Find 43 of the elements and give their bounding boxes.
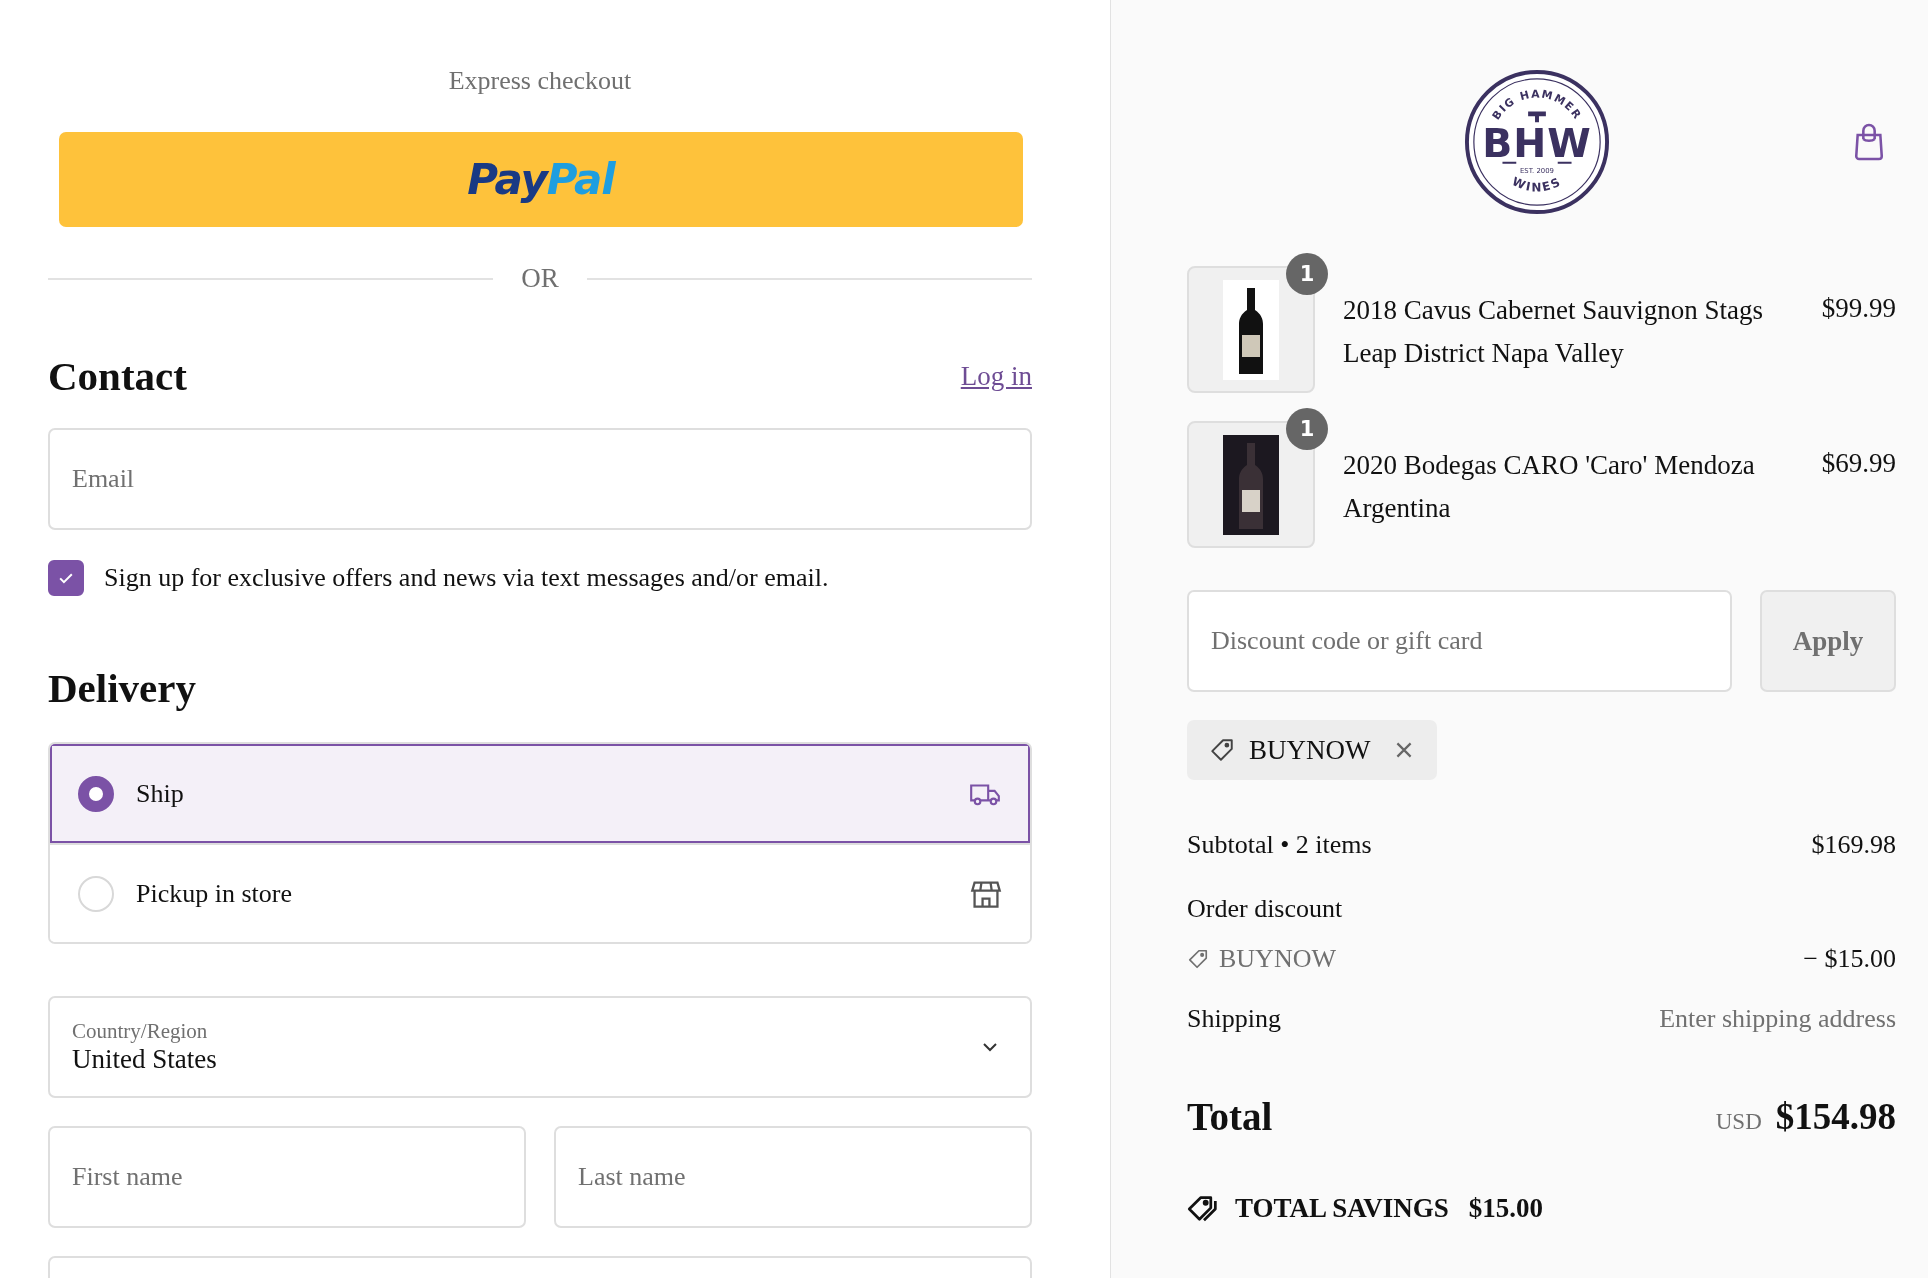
express-checkout-title: Express checkout (447, 66, 633, 96)
input-field[interactable]: Last name (554, 1126, 1032, 1228)
product-name: 2018 Cavus Cabernet Sauvignon Stags Leap District Napa Valley (1343, 294, 1764, 370)
order-discount-label: Order discount (1187, 894, 1343, 924)
email-field[interactable]: Email (48, 428, 1032, 530)
discount-code: BUYNOW (1219, 944, 1336, 974)
shipping-value: Enter shipping address (1659, 1004, 1896, 1034)
shopping-bag-icon[interactable] (1852, 122, 1886, 162)
savings-amount: $15.00 (1468, 1193, 1544, 1224)
field-label: Country/Region (72, 1019, 209, 1044)
discount-amount: − $15.00 (1803, 944, 1896, 974)
or-label: OR (521, 263, 559, 294)
input-field[interactable]: First name (48, 1126, 526, 1228)
shipping-label: Shipping (1187, 1004, 1281, 1034)
field-value: United States (72, 1044, 217, 1075)
savings-label: TOTAL SAVINGS (1235, 1193, 1449, 1224)
paypal-button[interactable]: PayPal (59, 132, 1023, 227)
total-amount: $154.98 (1775, 1095, 1896, 1138)
tag-icon (1209, 737, 1235, 763)
checkbox[interactable] (48, 560, 84, 596)
tag-icon (1187, 948, 1209, 970)
option-label: Pickup in store (136, 878, 293, 909)
product-price: $69.99 (1821, 448, 1896, 479)
radio-button[interactable] (78, 775, 114, 812)
product-name: 2020 Bodegas CARO 'Caro' Mendoza Argentina (1343, 449, 1756, 525)
option-label: Ship (136, 778, 185, 809)
discount-code: BUYNOW (1249, 734, 1371, 766)
discount-field[interactable]: Discount code or gift card (1187, 590, 1732, 692)
product-price: $99.99 (1821, 293, 1896, 324)
total-label: Total (1187, 1094, 1273, 1139)
apply-button[interactable]: Apply (1760, 590, 1896, 692)
country-select[interactable]: Country/Region United States (48, 996, 1032, 1098)
currency-label: USD (1715, 1109, 1762, 1135)
checkbox-label: Sign up for exclusive offers and news via text messages and/or email. (104, 563, 829, 593)
quantity-badge: 1 (1286, 253, 1328, 295)
subtotal-label: Subtotal • 2 items (1187, 830, 1372, 860)
subtotal-value: $169.98 (1811, 830, 1896, 860)
quantity-badge: 1 (1286, 408, 1328, 450)
login-link[interactable]: Log in (960, 360, 1032, 392)
delivery-option[interactable]: Pickup in store (50, 843, 1030, 942)
delivery-option[interactable]: Ship (50, 744, 1030, 843)
delivery-heading: Delivery (48, 664, 197, 712)
contact-heading: Contact (48, 352, 187, 400)
